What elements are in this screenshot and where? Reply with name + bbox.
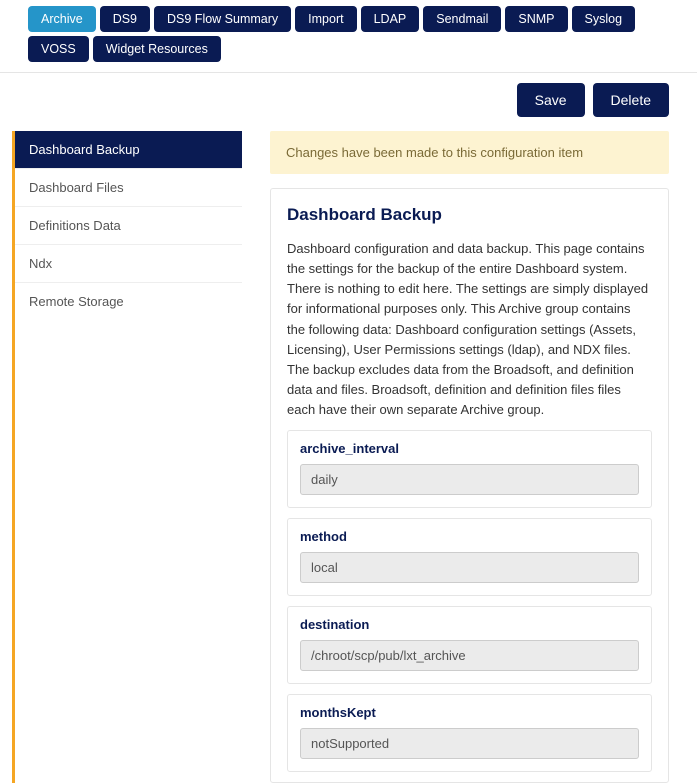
field-method: method [287,518,652,596]
tab-ldap[interactable]: LDAP [361,6,420,32]
destination-input [300,640,639,671]
tab-widget-resources[interactable]: Widget Resources [93,36,221,62]
tab-voss[interactable]: VOSS [28,36,89,62]
archive-interval-input [300,464,639,495]
field-label: destination [300,617,639,632]
field-label: monthsKept [300,705,639,720]
sidebar-item-definitions-data[interactable]: Definitions Data [15,207,242,245]
tab-import[interactable]: Import [295,6,356,32]
tab-ds9[interactable]: DS9 [100,6,150,32]
tab-snmp[interactable]: SNMP [505,6,567,32]
save-button[interactable]: Save [517,83,585,117]
sidebar-item-remote-storage[interactable]: Remote Storage [15,283,242,320]
tab-sendmail[interactable]: Sendmail [423,6,501,32]
method-input [300,552,639,583]
sidebar-item-dashboard-files[interactable]: Dashboard Files [15,169,242,207]
field-archive-interval: archive_interval [287,430,652,508]
delete-button[interactable]: Delete [593,83,669,117]
dashboard-backup-card: Dashboard Backup Dashboard configuration… [270,188,669,783]
field-label: archive_interval [300,441,639,456]
action-bar: Save Delete [0,73,697,131]
sidebar-item-ndx[interactable]: Ndx [15,245,242,283]
sidebar: Dashboard Backup Dashboard Files Definit… [12,131,242,783]
top-tabs: Archive DS9 DS9 Flow Summary Import LDAP… [0,0,697,73]
months-kept-input [300,728,639,759]
changes-banner: Changes have been made to this configura… [270,131,669,174]
field-months-kept: monthsKept [287,694,652,772]
tab-ds9-flow-summary[interactable]: DS9 Flow Summary [154,6,291,32]
tab-syslog[interactable]: Syslog [572,6,636,32]
card-title: Dashboard Backup [287,205,652,225]
main-content: Changes have been made to this configura… [270,131,685,783]
tab-archive[interactable]: Archive [28,6,96,32]
field-label: method [300,529,639,544]
card-description: Dashboard configuration and data backup.… [287,239,652,420]
field-destination: destination [287,606,652,684]
sidebar-item-dashboard-backup[interactable]: Dashboard Backup [15,131,242,169]
